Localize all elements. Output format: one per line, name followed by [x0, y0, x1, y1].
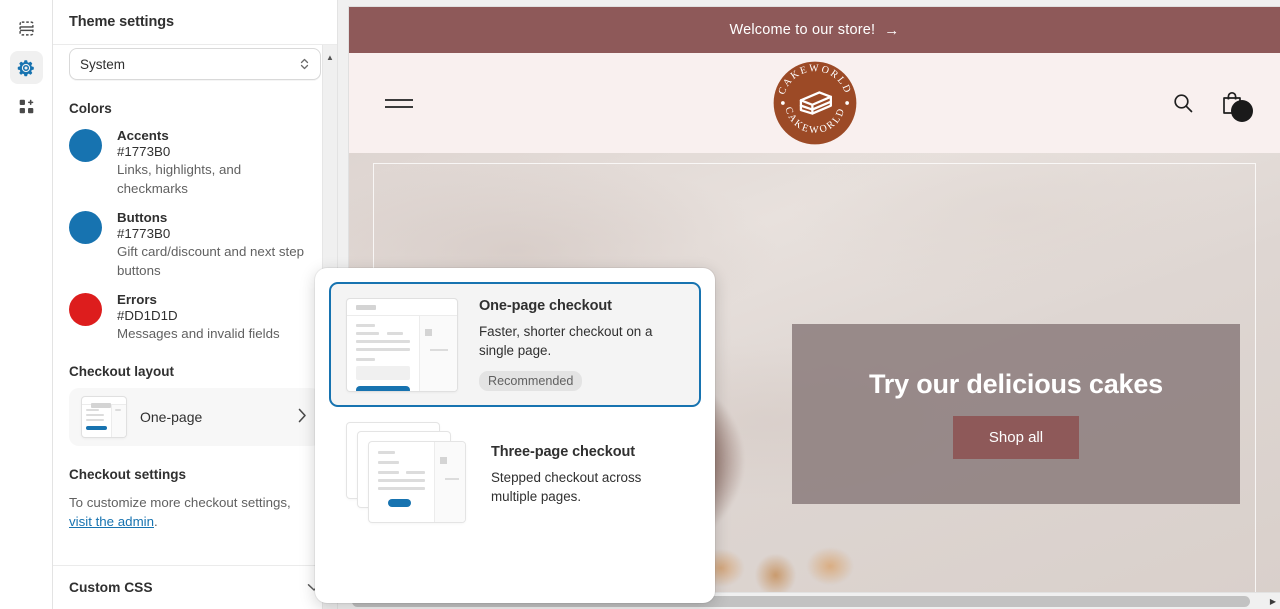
shop-all-button[interactable]: Shop all — [952, 416, 1080, 459]
visit-the-admin-link[interactable]: visit the admin — [69, 514, 154, 529]
color-swatch[interactable] — [69, 129, 102, 162]
option-description: Stepped checkout across multiple pages. — [491, 470, 642, 504]
checkout-layout-heading: Checkout layout — [69, 364, 175, 379]
colors-heading: Colors — [69, 101, 112, 116]
panel-scroll-content: System Colors Accents #1773B0 Links, hig… — [69, 48, 321, 531]
color-name: Buttons — [117, 210, 168, 225]
chevron-updown-icon — [299, 57, 310, 71]
menu-icon[interactable] — [385, 98, 413, 108]
checkout-layout-popover: One-page checkout Faster, shorter checko… — [315, 268, 715, 603]
store-header: CAKEWORLD CAKEWORLD — [349, 53, 1280, 153]
color-hex: #DD1D1D — [117, 308, 178, 323]
header-actions — [1172, 90, 1253, 122]
editor-sidebar-rail — [0, 0, 53, 609]
color-name: Errors — [117, 292, 157, 307]
panel-body: System Colors Accents #1773B0 Links, hig… — [53, 45, 337, 565]
color-hex: #1773B0 — [117, 226, 171, 241]
checkout-layout-button[interactable]: One-page — [69, 388, 321, 446]
color-description: Messages and invalid fields — [117, 326, 280, 341]
option-title: One-page checkout — [479, 298, 612, 314]
custom-css-label: Custom CSS — [69, 580, 153, 595]
announcement-text: Welcome to our store! — [729, 22, 876, 38]
option-three-page-checkout[interactable]: Three-page checkout Stepped checkout acr… — [329, 407, 701, 543]
option-description: Faster, shorter checkout on a single pag… — [479, 324, 653, 358]
color-row-buttons[interactable]: Buttons #1773B0 Gift card/discount and n… — [69, 210, 321, 280]
hero-title: Try our delicious cakes — [868, 369, 1164, 399]
color-scheme-select[interactable]: System — [69, 48, 321, 80]
sections-icon[interactable] — [10, 12, 43, 45]
color-swatch[interactable] — [69, 293, 102, 326]
checkout-settings-note-before: To customize more checkout settings, — [69, 495, 291, 510]
checkout-settings-note: To customize more checkout settings, vis… — [69, 493, 309, 531]
color-description: Gift card/discount and next step buttons — [117, 244, 305, 278]
page-title: Theme settings — [69, 14, 174, 30]
scroll-right-arrow-icon[interactable]: ▶ — [1266, 597, 1280, 606]
search-icon[interactable] — [1172, 92, 1194, 114]
cart-count-badge — [1231, 100, 1253, 122]
color-scheme-value: System — [80, 56, 126, 72]
chevron-right-icon — [298, 408, 307, 427]
color-name: Accents — [117, 128, 169, 143]
theme-settings-panel: Theme settings System Colors Accents #17… — [53, 0, 338, 609]
color-description: Links, highlights, and checkmarks — [117, 162, 242, 196]
scroll-up-arrow-icon[interactable]: ▲ — [323, 50, 337, 65]
checkout-settings-note-after: . — [154, 514, 158, 529]
theme-editor: Theme settings System Colors Accents #17… — [0, 0, 1280, 609]
hero-content-card: Try our delicious cakes Shop all — [792, 324, 1240, 504]
three-page-thumbnail-icon — [347, 423, 469, 527]
recommended-badge: Recommended — [479, 371, 583, 391]
gear-icon[interactable] — [9, 51, 43, 84]
panel-header: Theme settings — [53, 0, 337, 45]
one-page-thumbnail-icon — [347, 298, 457, 391]
option-title: Three-page checkout — [491, 444, 635, 460]
color-row-errors[interactable]: Errors #DD1D1D Messages and invalid fiel… — [69, 292, 321, 343]
color-swatch[interactable] — [69, 211, 102, 244]
cart-icon[interactable] — [1220, 90, 1253, 122]
checkout-layout-value: One-page — [140, 409, 203, 425]
checkout-settings-heading: Checkout settings — [69, 467, 187, 482]
one-page-thumbnail-icon — [82, 397, 126, 437]
custom-css-section[interactable]: Custom CSS — [53, 565, 337, 609]
option-one-page-checkout[interactable]: One-page checkout Faster, shorter checko… — [329, 282, 701, 407]
color-hex: #1773B0 — [117, 144, 171, 159]
apps-add-icon[interactable] — [10, 90, 43, 123]
store-logo[interactable]: CAKEWORLD CAKEWORLD — [771, 59, 859, 147]
arrow-right-icon: → — [884, 21, 900, 39]
announcement-bar[interactable]: Welcome to our store! → — [349, 7, 1280, 53]
color-row-accents[interactable]: Accents #1773B0 Links, highlights, and c… — [69, 128, 321, 198]
